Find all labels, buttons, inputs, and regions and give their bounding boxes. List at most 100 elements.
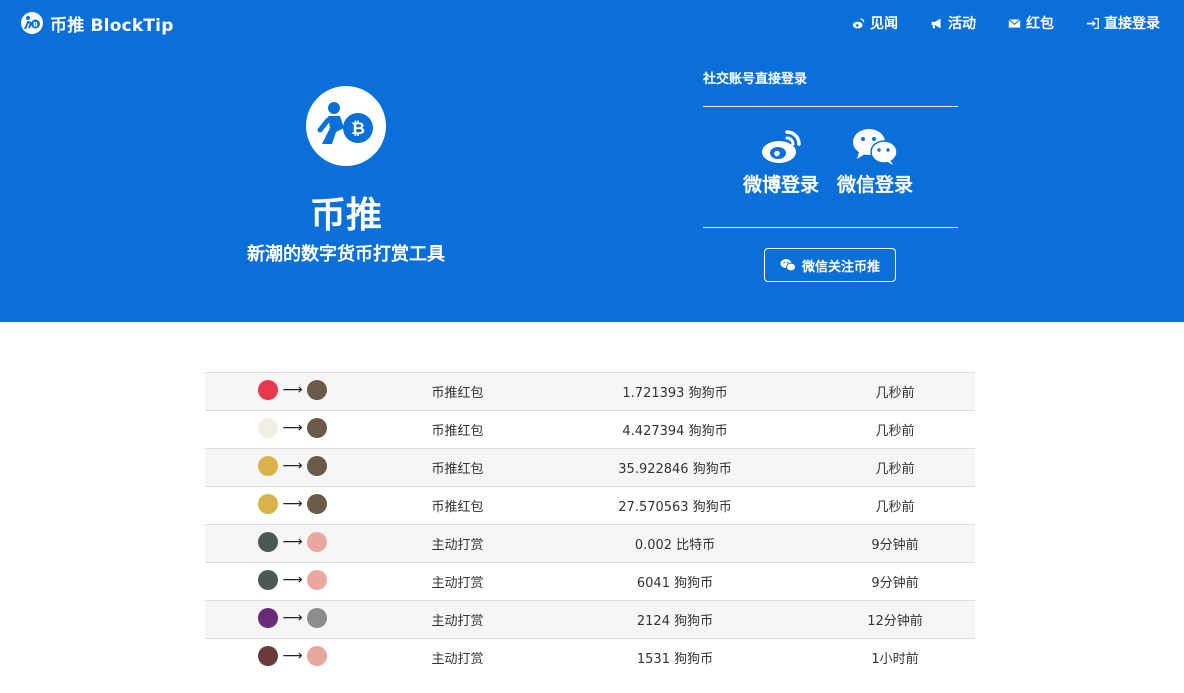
- receiver-avatar[interactable]: [306, 645, 327, 666]
- table-row: ⟶ 主动打赏 6041 狗狗币 9分钟前: [205, 562, 975, 601]
- nav-link-label: 直接登录: [1104, 16, 1160, 32]
- tip-time: 9分钟前: [871, 576, 919, 591]
- tip-amount: 6041 狗狗币: [636, 576, 714, 591]
- tip-amount: 1.721393 狗狗币: [622, 386, 728, 401]
- bullhorn-icon: [931, 18, 941, 28]
- envelope-icon: [1008, 18, 1021, 28]
- sender-avatar[interactable]: [258, 645, 279, 666]
- receiver-avatar[interactable]: [306, 531, 327, 552]
- sender-avatar[interactable]: [258, 569, 279, 590]
- tip-type: 主动打赏: [431, 614, 484, 629]
- tip-time: 几秒前: [875, 462, 915, 477]
- table-row: ⟶ 币推红包 27.570563 狗狗币 几秒前: [205, 486, 975, 525]
- sender-avatar[interactable]: [258, 455, 279, 476]
- tip-feed-body: ⟶ 币推红包 1.721393 狗狗币 几秒前 ⟶ 币推红包 4.427394 狗狗币 几秒前…: [205, 372, 975, 677]
- brand-name: 币推 BlockTip: [50, 15, 174, 36]
- transfer-users: ⟶: [258, 569, 327, 590]
- receiver-avatar[interactable]: [306, 379, 327, 400]
- transfer-cell: ⟶: [205, 487, 380, 525]
- weibo-icon: [852, 17, 865, 29]
- sender-avatar[interactable]: [258, 417, 279, 438]
- arrow-right-icon: ⟶: [282, 381, 303, 398]
- table-row: ⟶ 主动打赏 0.002 比特币 9分钟前: [205, 524, 975, 563]
- sender-avatar[interactable]: [258, 531, 279, 552]
- blocktip-hero-logo-icon: ₿: [306, 86, 386, 166]
- nav-link-news[interactable]: 见闻: [852, 13, 898, 33]
- transfer-users: ⟶: [258, 607, 327, 628]
- transfer-cell: ⟶: [205, 373, 380, 411]
- nav-link-login[interactable]: 直接登录: [1086, 13, 1160, 33]
- table-row: ⟶ 主动打赏 1531 狗狗币 1小时前: [205, 638, 975, 677]
- transfer-cell: ⟶: [205, 563, 380, 601]
- svg-text:₿: ₿: [351, 119, 365, 139]
- hero-section: ₿ 币推 新潮的数字货币打赏工具 社交账号直接登录 微博登录 微信登录 微信关注…: [0, 46, 1184, 322]
- tip-time: 9分钟前: [871, 538, 919, 553]
- nav-link-label: 红包: [1026, 16, 1054, 32]
- receiver-avatar[interactable]: [306, 569, 327, 590]
- tip-time: 几秒前: [875, 424, 915, 439]
- transfer-users: ⟶: [258, 645, 327, 666]
- sign-in-icon: [1086, 17, 1099, 29]
- transfer-cell: ⟶: [205, 525, 380, 563]
- sender-avatar[interactable]: [258, 379, 279, 400]
- receiver-avatar[interactable]: [306, 607, 327, 628]
- transfer-users: ⟶: [258, 417, 327, 438]
- tip-type: 币推红包: [431, 386, 484, 401]
- receiver-avatar[interactable]: [306, 493, 327, 514]
- tip-amount: 35.922846 狗狗币: [618, 462, 732, 477]
- transfer-cell: ⟶: [205, 601, 380, 639]
- table-row: ⟶ 币推红包 35.922846 狗狗币 几秒前: [205, 448, 975, 487]
- tip-amount: 0.002 比特币: [634, 538, 716, 553]
- tip-type: 主动打赏: [431, 576, 484, 591]
- arrow-right-icon: ⟶: [282, 495, 303, 512]
- wechat-icon: [780, 259, 796, 272]
- transfer-cell: ⟶: [205, 639, 380, 677]
- transfer-users: ⟶: [258, 493, 327, 514]
- tip-type: 主动打赏: [431, 652, 484, 668]
- tip-type: 币推红包: [431, 424, 484, 439]
- svg-text:B: B: [33, 22, 38, 29]
- arrow-right-icon: ⟶: [282, 533, 303, 550]
- sender-avatar[interactable]: [258, 607, 279, 628]
- transfer-users: ⟶: [258, 379, 327, 400]
- receiver-avatar[interactable]: [306, 455, 327, 476]
- receiver-avatar[interactable]: [306, 417, 327, 438]
- arrow-right-icon: ⟶: [282, 609, 303, 626]
- table-row: ⟶ 币推红包 1.721393 狗狗币 几秒前: [205, 372, 975, 411]
- tip-amount: 1531 狗狗币: [636, 652, 714, 668]
- wechat-follow-label: 微信关注币推: [801, 259, 880, 275]
- divider: [703, 106, 958, 107]
- nav-link-events[interactable]: 活动: [930, 13, 976, 33]
- arrow-right-icon: ⟶: [282, 419, 303, 436]
- tip-time: 几秒前: [875, 500, 915, 515]
- tip-time: 12分钟前: [867, 614, 923, 629]
- tip-time: 几秒前: [875, 386, 915, 401]
- wechat-icon: [853, 129, 898, 165]
- hero-subtitle: 新潮的数字货币打赏工具: [247, 244, 445, 265]
- arrow-right-icon: ⟶: [282, 457, 303, 474]
- wechat-login-label: 微信登录: [836, 174, 913, 196]
- arrow-right-icon: ⟶: [282, 647, 303, 664]
- brand-link[interactable]: B 币推 BlockTip: [20, 10, 174, 36]
- wechat-follow-button[interactable]: 微信关注币推: [764, 248, 896, 282]
- nav-link-redpacket[interactable]: 红包: [1008, 13, 1054, 33]
- transfer-cell: ⟶: [205, 449, 380, 487]
- weibo-login-button[interactable]: 微博登录: [731, 126, 831, 197]
- tip-amount: 4.427394 狗狗币: [622, 424, 728, 439]
- tip-amount: 2124 狗狗币: [636, 614, 714, 629]
- nav-link-label: 见闻: [870, 16, 898, 32]
- blocktip-logo-icon: B: [21, 12, 43, 34]
- arrow-right-icon: ⟶: [282, 571, 303, 588]
- transfer-users: ⟶: [258, 455, 327, 476]
- table-row: ⟶ 主动打赏 2124 狗狗币 12分钟前: [205, 600, 975, 639]
- table-row: ⟶ 币推红包 4.427394 狗狗币 几秒前: [205, 410, 975, 449]
- tip-feed-table: ⟶ 币推红包 1.721393 狗狗币 几秒前 ⟶ 币推红包 4.427394 狗狗币 几秒前…: [205, 372, 975, 677]
- tip-type: 币推红包: [431, 500, 484, 515]
- nav-links: 见闻 活动 红包 直接登录: [852, 0, 1160, 46]
- tip-time: 1小时前: [871, 652, 919, 668]
- divider: [703, 227, 958, 228]
- nav-link-label: 活动: [948, 16, 976, 32]
- tip-type: 主动打赏: [431, 538, 484, 553]
- wechat-login-button[interactable]: 微信登录: [825, 126, 925, 197]
- sender-avatar[interactable]: [258, 493, 279, 514]
